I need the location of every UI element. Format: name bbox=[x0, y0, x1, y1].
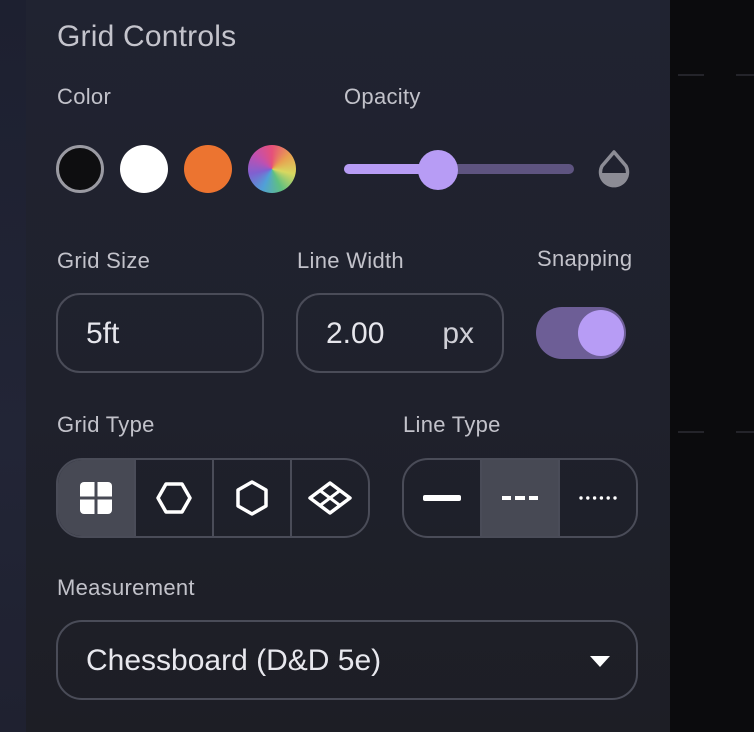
measurement-value: Chessboard (D&D 5e) bbox=[86, 644, 382, 677]
line-width-unit: px bbox=[442, 317, 474, 350]
chevron-down-icon bbox=[590, 656, 610, 667]
square-grid-icon bbox=[80, 482, 112, 514]
grid-tick bbox=[736, 74, 754, 76]
hex-horizontal-icon bbox=[156, 482, 192, 514]
grid-size-value: 5ft bbox=[86, 317, 120, 350]
grid-size-label: Grid Size bbox=[57, 248, 151, 273]
color-swatch-white[interactable] bbox=[120, 145, 168, 193]
grid-size-input[interactable]: 5ft bbox=[56, 293, 264, 373]
measurement-select[interactable]: Chessboard (D&D 5e) bbox=[56, 620, 638, 700]
color-swatch-black[interactable] bbox=[56, 145, 104, 193]
snapping-toggle-knob bbox=[578, 310, 624, 356]
panel-title: Grid Controls bbox=[57, 20, 237, 53]
dotted-line-icon bbox=[579, 496, 617, 500]
grid-type-label: Grid Type bbox=[57, 412, 155, 437]
opacity-drop-icon bbox=[598, 150, 630, 188]
snapping-label: Snapping bbox=[537, 246, 633, 271]
color-swatch-custom[interactable] bbox=[248, 145, 296, 193]
line-type-selector bbox=[402, 458, 638, 538]
dashed-line-icon bbox=[502, 496, 538, 500]
line-type-dotted-button[interactable] bbox=[560, 460, 636, 536]
line-type-label: Line Type bbox=[403, 412, 501, 437]
grid-type-square-button[interactable] bbox=[58, 460, 136, 536]
grid-tick bbox=[678, 74, 704, 76]
grid-tick bbox=[736, 431, 754, 433]
snapping-toggle[interactable] bbox=[536, 307, 626, 359]
solid-line-icon bbox=[423, 495, 461, 501]
grid-tick bbox=[678, 431, 704, 433]
line-width-value: 2.00 bbox=[326, 317, 385, 350]
line-type-dashed-button[interactable] bbox=[482, 460, 560, 536]
grid-type-isometric-button[interactable] bbox=[292, 460, 368, 536]
line-type-solid-button[interactable] bbox=[404, 460, 482, 536]
opacity-label: Opacity bbox=[344, 84, 421, 109]
opacity-slider-track[interactable] bbox=[344, 164, 574, 174]
measurement-label: Measurement bbox=[57, 575, 195, 600]
color-label: Color bbox=[57, 84, 112, 109]
color-swatch-orange[interactable] bbox=[184, 145, 232, 193]
grid-type-hex-horizontal-button[interactable] bbox=[136, 460, 214, 536]
grid-type-hex-vertical-button[interactable] bbox=[214, 460, 292, 536]
isometric-grid-icon bbox=[308, 481, 352, 515]
map-backdrop bbox=[670, 0, 754, 732]
line-width-input[interactable]: 2.00 px bbox=[296, 293, 504, 373]
hex-vertical-icon bbox=[236, 480, 268, 516]
grid-type-selector bbox=[56, 458, 370, 538]
side-strip bbox=[0, 0, 26, 732]
line-width-label: Line Width bbox=[297, 248, 404, 273]
opacity-slider-thumb[interactable] bbox=[418, 150, 458, 190]
